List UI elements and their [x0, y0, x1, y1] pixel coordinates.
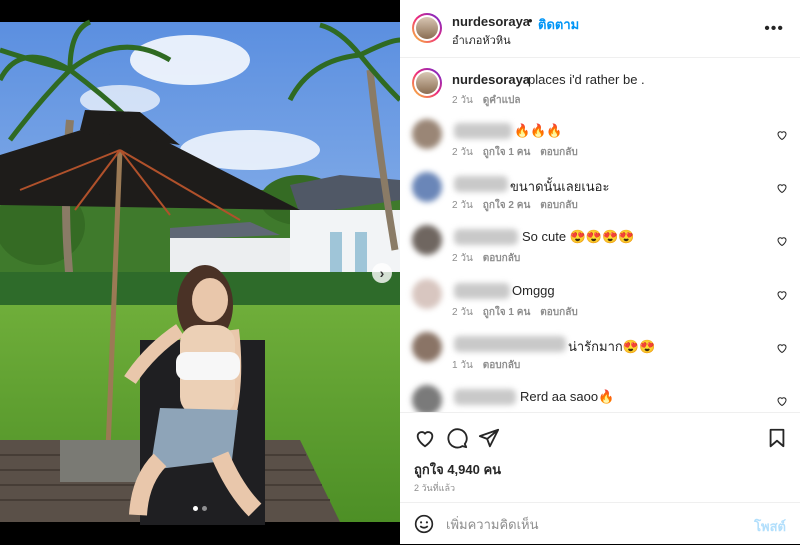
- comment-like-icon[interactable]: [776, 129, 788, 141]
- post-header: nurdesoraya • ติดตาม อำเภอหัวหิน •••: [400, 0, 800, 58]
- comment-likes[interactable]: ถูกใจ 1 คน: [483, 307, 531, 318]
- comment-meta: 1 วัน ตอบกลับ: [452, 358, 520, 373]
- post-actions: ถูกใจ 4,940 คน 2 วันที่แล้ว: [400, 412, 800, 503]
- translate-link[interactable]: ดูคำแปล: [483, 95, 521, 106]
- comment-meta: 2 วัน ถูกใจ 1 คน ตอบกลับ: [452, 305, 578, 320]
- comment-like-icon[interactable]: [776, 395, 788, 407]
- comment-age: 1 วัน: [452, 360, 473, 371]
- follow-button[interactable]: ติดตาม: [538, 14, 579, 35]
- commenter-avatar[interactable]: [412, 385, 442, 412]
- caption-age: 2 วัน: [452, 95, 473, 106]
- carousel-dot: [193, 506, 198, 511]
- reply-button[interactable]: ตอบกลับ: [540, 200, 577, 211]
- carousel-dot: [202, 506, 207, 511]
- comment-input[interactable]: [444, 516, 728, 533]
- blurred-username: [454, 176, 508, 192]
- comment-likes[interactable]: ถูกใจ 1 คน: [483, 147, 531, 158]
- add-comment-bar: โพสต์: [400, 502, 800, 545]
- comment-text: น่ารักมาก😍😍: [568, 339, 656, 354]
- caption-text: places i'd rather be .: [528, 72, 645, 87]
- commenter-avatar[interactable]: [412, 172, 442, 202]
- blurred-username: [454, 123, 512, 139]
- comment-like-icon[interactable]: [776, 182, 788, 194]
- more-options-icon[interactable]: •••: [764, 20, 784, 38]
- comment-text: Omggg: [512, 283, 555, 298]
- comment-text: ขนาดนั้นเลยเนอะ: [510, 179, 610, 194]
- like-heart-icon[interactable]: [414, 427, 436, 449]
- commenter-avatar[interactable]: [412, 225, 442, 255]
- comment-meta: 2 วัน ตอบกลับ: [452, 251, 520, 266]
- comment-age: 2 วัน: [452, 200, 473, 211]
- emoji-icon[interactable]: [414, 514, 434, 534]
- like-count[interactable]: ถูกใจ 4,940 คน: [414, 459, 501, 480]
- caption-username[interactable]: nurdesoraya: [452, 72, 530, 87]
- reply-button[interactable]: ตอบกลับ: [540, 147, 577, 158]
- commenter-avatar[interactable]: [412, 279, 442, 309]
- comment-text: 🔥🔥🔥: [514, 123, 563, 138]
- comment-text: So cute 😍😍😍😍: [522, 229, 635, 244]
- share-send-icon[interactable]: [478, 427, 500, 449]
- comment-age: 2 วัน: [452, 307, 473, 318]
- blurred-username: [454, 283, 510, 299]
- blurred-username: [454, 389, 516, 405]
- blurred-username: [454, 336, 566, 352]
- comment-bubble-icon[interactable]: [446, 427, 468, 449]
- comment-like-icon[interactable]: [776, 289, 788, 301]
- post-location[interactable]: อำเภอหัวหิน: [452, 31, 511, 49]
- post-detail-panel: nurdesoraya • ติดตาม อำเภอหัวหิน ••• nur…: [400, 0, 800, 544]
- blurred-username: [454, 229, 518, 245]
- reply-button[interactable]: ตอบกลับ: [540, 307, 577, 318]
- reply-button[interactable]: ตอบกลับ: [483, 360, 520, 371]
- comment-age: 2 วัน: [452, 253, 473, 264]
- photo-scene: [0, 19, 400, 525]
- caption-meta: 2 วัน ดูคำแปล: [452, 93, 521, 108]
- comment-text: Rerd aa saoo🔥: [520, 389, 615, 404]
- author-avatar[interactable]: [412, 13, 442, 43]
- comment-age: 2 วัน: [452, 147, 473, 158]
- comments-list[interactable]: nurdesoraya places i'd rather be . 2 วัน…: [400, 57, 800, 412]
- comment-like-icon[interactable]: [776, 342, 788, 354]
- author-username[interactable]: nurdesoraya: [452, 14, 530, 29]
- save-bookmark-icon[interactable]: [766, 427, 788, 449]
- caption-avatar[interactable]: [412, 68, 442, 98]
- separator-dot: •: [528, 13, 533, 28]
- comment-like-icon[interactable]: [776, 235, 788, 247]
- post-comment-button[interactable]: โพสต์: [754, 516, 786, 537]
- carousel-indicator: [193, 506, 207, 511]
- comment-meta: 2 วัน ถูกใจ 2 คน ตอบกลับ: [452, 198, 578, 213]
- carousel-next-button[interactable]: ›: [372, 263, 392, 283]
- commenter-avatar[interactable]: [412, 332, 442, 362]
- post-photo[interactable]: ›: [0, 0, 400, 544]
- post-time: 2 วันที่แล้ว: [414, 483, 456, 493]
- comment-likes[interactable]: ถูกใจ 2 คน: [483, 200, 531, 211]
- commenter-avatar[interactable]: [412, 119, 442, 149]
- reply-button[interactable]: ตอบกลับ: [483, 253, 520, 264]
- comment-meta: 2 วัน ถูกใจ 1 คน ตอบกลับ: [452, 145, 578, 160]
